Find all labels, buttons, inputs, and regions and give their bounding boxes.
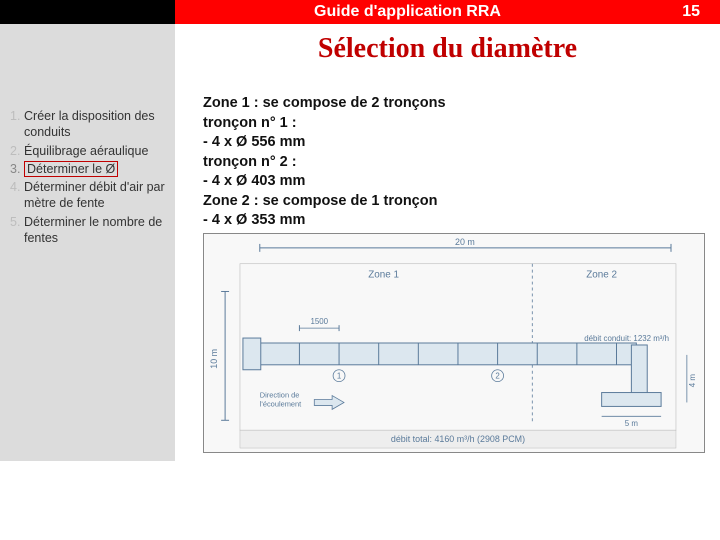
step-text-active: Déterminer le Ø [24, 161, 167, 177]
dim-top: 20 m [455, 237, 475, 247]
step-number: 4. [8, 179, 24, 212]
zone-line: - 4 x Ø 403 mm [203, 172, 706, 192]
dim-right-v: 4 m [688, 374, 697, 388]
step-number: 2. [8, 143, 24, 159]
dim-left: 10 m [209, 349, 219, 369]
step-highlight: Déterminer le Ø [24, 161, 118, 177]
zone-line: Zone 2 : se compose de 1 tronçon [203, 192, 706, 212]
branch-debit: débit conduit: 1232 m³/h [584, 334, 669, 343]
dim-right-h: 5 m [625, 419, 639, 428]
diagram-wrap: 20 m Zone 1 Zone 2 10 m [203, 233, 706, 453]
main-duct [260, 343, 637, 365]
step-item: 5. Déterminer le nombre de fentes [8, 214, 167, 247]
dim-inner: 1500 [310, 317, 328, 326]
segment-mark-1: 1 [337, 372, 342, 381]
total-debit: débit total: 4160 m³/h (2908 PCM) [391, 434, 525, 444]
step-text: Déterminer le nombre de fentes [24, 214, 167, 247]
step-item: 2. Équilibrage aéraulique [8, 143, 167, 159]
zone-text-block: Zone 1 : se compose de 2 tronçons tronço… [203, 94, 706, 231]
segment-mark-2: 2 [495, 372, 499, 381]
step-number: 3. [8, 161, 24, 177]
top-bar: Guide d'application RRA 15 [0, 0, 720, 24]
step-list: 1. Créer la disposition des conduits 2. … [8, 108, 167, 246]
title-row: Sélection du diamètre [0, 24, 720, 74]
page-title-wrap: Sélection du diamètre [175, 24, 720, 74]
duct-layout-diagram: 20 m Zone 1 Zone 2 10 m [203, 233, 705, 453]
step-item: 1. Créer la disposition des conduits [8, 108, 167, 141]
zone-line: Zone 1 : se compose de 2 tronçons [203, 94, 706, 114]
step-text: Équilibrage aéraulique [24, 143, 167, 159]
zone-line: tronçon n° 1 : [203, 114, 706, 134]
step-number: 5. [8, 214, 24, 247]
header-title: Guide d'application RRA [175, 0, 640, 24]
step-text: Créer la disposition des conduits [24, 108, 167, 141]
content-area: Zone 1 : se compose de 2 tronçons tronço… [175, 74, 720, 461]
flow-label: Direction de l'écoulement [260, 390, 302, 408]
zone-line: - 4 x Ø 556 mm [203, 133, 706, 153]
zone-line: - 4 x Ø 353 mm [203, 211, 706, 231]
page-number: 15 [640, 0, 720, 24]
zone-line: tronçon n° 2 : [203, 153, 706, 173]
page-title: Sélection du diamètre [318, 33, 577, 65]
step-item: 4. Déterminer débit d'air par mètre de f… [8, 179, 167, 212]
step-item-active: 3. Déterminer le Ø [8, 161, 167, 177]
zone1-label: Zone 1 [368, 270, 399, 281]
top-bar-corner [0, 0, 175, 24]
body-row: 1. Créer la disposition des conduits 2. … [0, 74, 720, 461]
zone2-label: Zone 2 [586, 270, 617, 281]
sidebar: 1. Créer la disposition des conduits 2. … [0, 74, 175, 461]
step-number: 1. [8, 108, 24, 141]
sidebar-title-spacer [0, 24, 175, 74]
step-text: Déterminer débit d'air par mètre de fent… [24, 179, 167, 212]
